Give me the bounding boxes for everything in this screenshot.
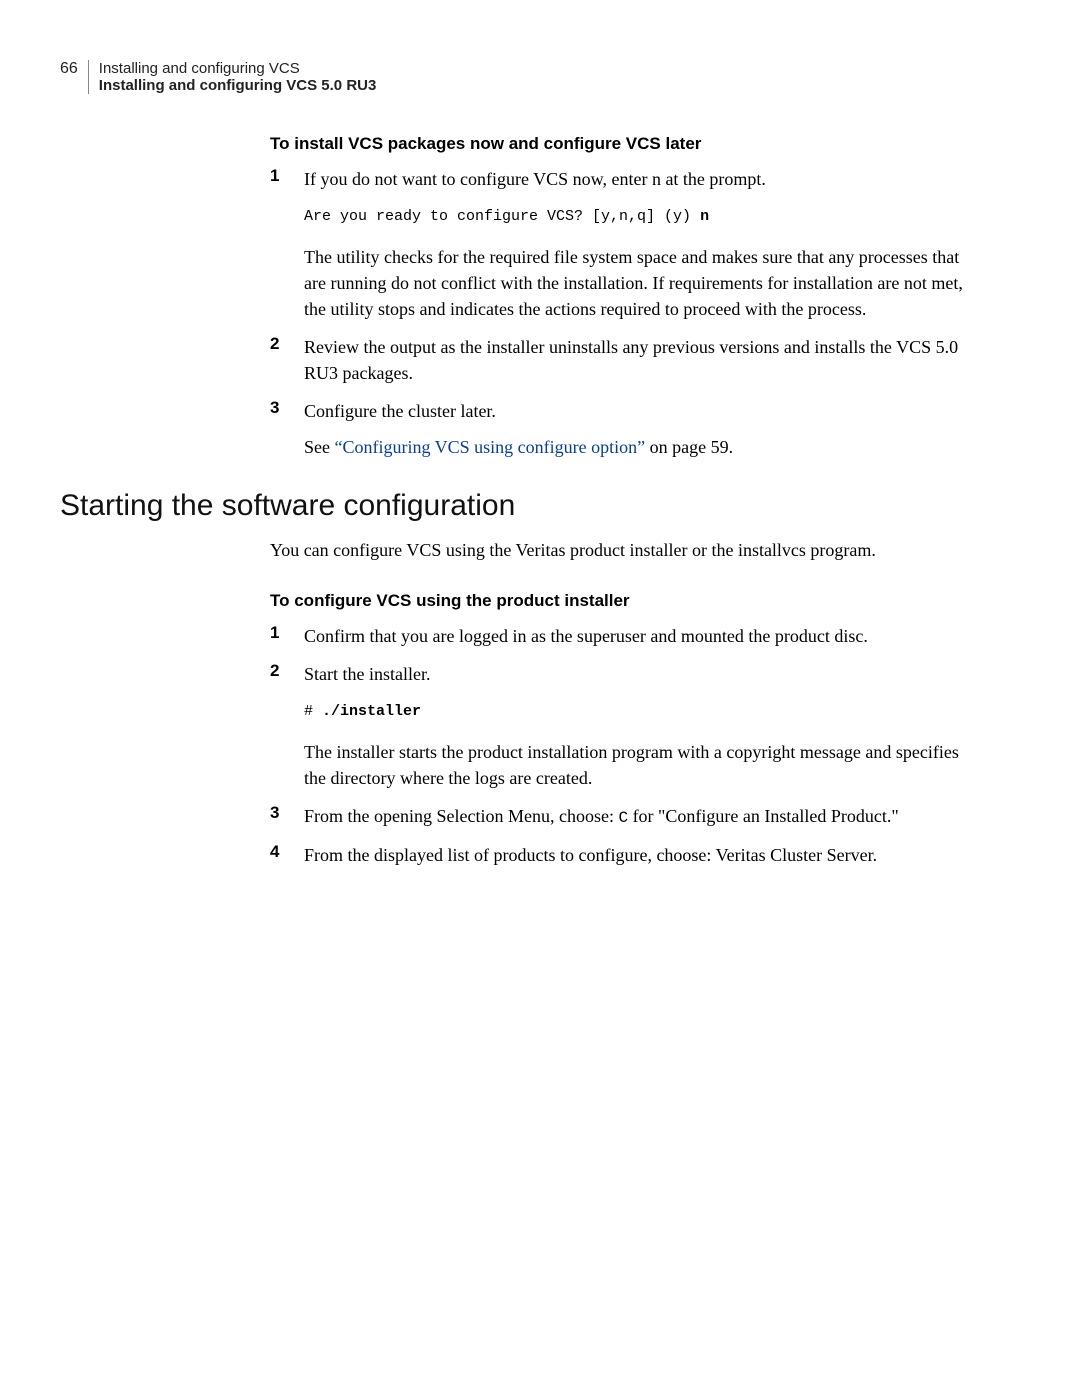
xref-post: on page 59. bbox=[645, 437, 733, 457]
section-heading: Starting the software configuration bbox=[60, 489, 980, 523]
step-row: 3 From the opening Selection Menu, choos… bbox=[270, 803, 980, 830]
step-text: Configure the cluster later. bbox=[304, 398, 733, 424]
step-row: 2 Start the installer. # ./installer The… bbox=[270, 661, 980, 791]
step-row: 4 From the displayed list of products to… bbox=[270, 842, 980, 868]
step-row: 1 If you do not want to configure VCS no… bbox=[270, 166, 980, 322]
header-rule: Installing and configuring VCS Installin… bbox=[88, 60, 377, 94]
step-text: Start the installer. bbox=[304, 661, 980, 687]
page-header: 66 Installing and configuring VCS Instal… bbox=[60, 60, 980, 94]
step-number: 2 bbox=[270, 334, 304, 386]
code-bold: ./installer bbox=[322, 703, 421, 720]
step-number: 4 bbox=[270, 842, 304, 868]
procedure-title: To install VCS packages now and configur… bbox=[270, 134, 980, 154]
step-number: 1 bbox=[270, 166, 304, 322]
xref-link[interactable]: “Configuring VCS using configure option” bbox=[335, 437, 646, 457]
code-block: Are you ready to configure VCS? [y,n,q] … bbox=[304, 206, 980, 228]
step-number: 3 bbox=[270, 398, 304, 460]
step-row: 2 Review the output as the installer uni… bbox=[270, 334, 980, 386]
code-inline: C bbox=[618, 809, 628, 827]
step-text: If you do not want to configure VCS now,… bbox=[304, 166, 980, 192]
step-text: Review the output as the installer unins… bbox=[304, 334, 980, 386]
code-block: # ./installer bbox=[304, 701, 980, 723]
step-post: for "Configure an Installed Product." bbox=[628, 806, 899, 826]
step-after: The utility checks for the required file… bbox=[304, 244, 980, 322]
code-plain: # bbox=[304, 703, 322, 720]
step-text: From the opening Selection Menu, choose:… bbox=[304, 803, 899, 830]
step-number: 3 bbox=[270, 803, 304, 830]
step-number: 2 bbox=[270, 661, 304, 791]
step-pre: From the opening Selection Menu, choose: bbox=[304, 806, 618, 826]
step-text: Confirm that you are logged in as the su… bbox=[304, 623, 868, 649]
step-row: 1 Confirm that you are logged in as the … bbox=[270, 623, 980, 649]
step-xref: See “Configuring VCS using configure opt… bbox=[304, 434, 733, 460]
code-bold: n bbox=[700, 208, 709, 225]
xref-pre: See bbox=[304, 437, 335, 457]
header-chapter: Installing and configuring VCS bbox=[99, 60, 377, 77]
step-text: From the displayed list of products to c… bbox=[304, 842, 877, 868]
intro-paragraph: You can configure VCS using the Veritas … bbox=[270, 537, 980, 563]
header-section: Installing and configuring VCS 5.0 RU3 bbox=[99, 77, 377, 94]
code-plain: Are you ready to configure VCS? [y,n,q] … bbox=[304, 208, 700, 225]
procedure-title: To configure VCS using the product insta… bbox=[270, 591, 980, 611]
page-number: 66 bbox=[60, 60, 78, 78]
step-number: 1 bbox=[270, 623, 304, 649]
step-after: The installer starts the product install… bbox=[304, 739, 980, 791]
step-row: 3 Configure the cluster later. See “Conf… bbox=[270, 398, 980, 460]
